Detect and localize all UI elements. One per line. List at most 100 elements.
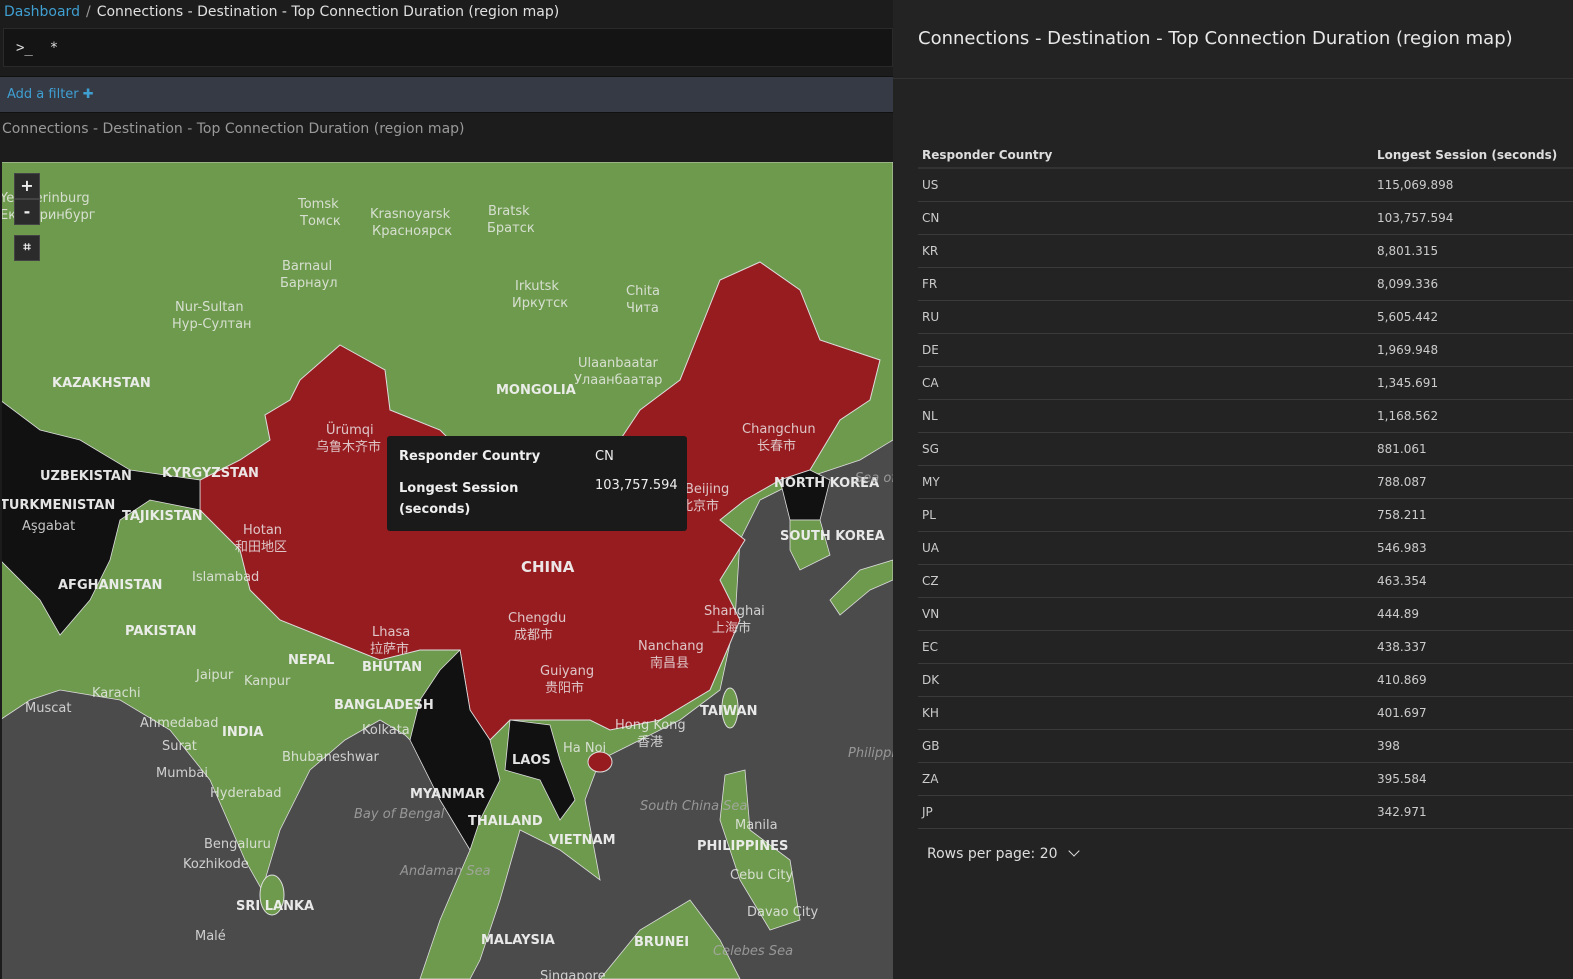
map-label: Ulaanbaatar [578, 356, 659, 371]
map-label: SRI LANKA [236, 899, 314, 914]
country-cell: FR [918, 267, 1373, 301]
country-cell: KH [918, 696, 1373, 730]
map-label: Kolkata [362, 723, 410, 738]
table-row: DK 410.869 [918, 663, 1573, 697]
map-label: Иркутск [512, 296, 568, 311]
map-label: Bhubaneshwar [282, 750, 379, 765]
map-label: Tomsk [297, 197, 339, 212]
map-label: UZBEKISTAN [40, 469, 132, 484]
map-label: 和田地区 [235, 540, 287, 555]
map-label: Чита [626, 301, 659, 316]
crop-icon[interactable]: ⌗ [14, 235, 40, 261]
country-cell: DK [918, 663, 1373, 697]
map-label: TAJIKISTAN [122, 509, 203, 524]
country-cell: JP [918, 795, 1373, 829]
zoom-in-button[interactable]: + [14, 173, 40, 199]
map-label: INDIA [222, 725, 263, 740]
table-row: PL 758.211 [918, 498, 1573, 532]
table-row: KR 8,801.315 [918, 234, 1573, 268]
map-label: PHILIPPINES [697, 839, 788, 854]
map-label: Muscat [25, 701, 71, 716]
session-cell: 463.354 [1373, 564, 1573, 598]
country-cell: VN [918, 597, 1373, 631]
session-cell: 8,801.315 [1373, 234, 1573, 268]
map-label: PAKISTAN [125, 624, 196, 639]
map-label: Братск [487, 221, 535, 236]
map-label: BHUTAN [362, 660, 422, 675]
country-cell: MY [918, 465, 1373, 499]
rows-per-page-dropdown[interactable]: Rows per page: 20 [927, 845, 1080, 862]
session-cell: 1,168.562 [1373, 399, 1573, 433]
breadcrumb-dashboard-link[interactable]: Dashboard [4, 4, 80, 20]
filter-bar: Add a filter ✚ [0, 76, 893, 113]
map-canvas: YekaterinburgЕкатеринбургTomskТомск Krasn… [2, 162, 893, 979]
map-label: Hyderabad [210, 786, 282, 801]
column-header-country[interactable]: Responder Country [918, 143, 1373, 169]
session-cell: 401.697 [1373, 696, 1573, 730]
country-cell: CZ [918, 564, 1373, 598]
country-cell: KR [918, 234, 1373, 268]
inspector-panel: Connections - Destination - Top Connecti… [893, 0, 1573, 979]
tooltip-key: Longest Session (seconds) [399, 481, 519, 517]
map-label: Nanchang [638, 639, 704, 654]
map-label: Malé [195, 929, 226, 944]
map-label: KAZAKHSTAN [52, 376, 151, 391]
add-filter-button[interactable]: Add a filter ✚ [7, 87, 94, 102]
table-row: JP 342.971 [918, 795, 1573, 829]
table-row: US 115,069.898 [918, 168, 1573, 202]
map-label: MONGOLIA [496, 383, 576, 398]
map-label: Barnaul [282, 259, 332, 274]
map-label: Kanpur [244, 674, 291, 689]
map-label: Krasnoyarsk [370, 207, 451, 222]
add-filter-label: Add a filter [7, 87, 79, 102]
map-label: 拉萨市 [370, 641, 409, 657]
country-cell: NL [918, 399, 1373, 433]
table-row: KH 401.697 [918, 696, 1573, 730]
table-row: CA 1,345.691 [918, 366, 1573, 400]
table-row: NL 1,168.562 [918, 399, 1573, 433]
map-label: NEPAL [288, 653, 334, 668]
map-label: Irkutsk [515, 279, 559, 294]
table-row: VN 444.89 [918, 597, 1573, 631]
session-cell: 444.89 [1373, 597, 1573, 631]
table-row: DE 1,969.948 [918, 333, 1573, 367]
map-label: Beijing [685, 482, 729, 497]
session-cell: 8,099.336 [1373, 267, 1573, 301]
map-label: Hong Kong [615, 718, 686, 733]
map-label: Aşgabat [22, 519, 75, 534]
map-label: Sea of Japan [855, 471, 893, 486]
map-label: 成都市 [514, 627, 553, 643]
island-japan [829, 559, 893, 616]
session-cell: 438.337 [1373, 630, 1573, 664]
map-label: Ha Noi [563, 741, 606, 756]
map-label: Islamabad [192, 570, 259, 585]
map-label: 上海市 [712, 620, 751, 636]
map-label: Нур-Султан [172, 317, 252, 332]
column-header-session[interactable]: Longest Session (seconds) [1373, 143, 1573, 169]
region-map[interactable]: Yekaterinburg Екатеринбург Tomsk Томск Krasn… [2, 162, 893, 979]
map-label: Andaman Sea [399, 864, 491, 879]
map-label: CHINA [521, 558, 575, 576]
map-label: Chita [626, 284, 660, 299]
map-label: Красноярск [372, 224, 452, 239]
table-row: ZA 395.584 [918, 762, 1573, 796]
map-label: Улаанбаатар [574, 373, 662, 388]
table-row: RU 5,605.442 [918, 300, 1573, 334]
map-label: Mumbai [156, 766, 208, 781]
zoom-out-button[interactable]: - [14, 199, 40, 225]
session-cell: 103,757.594 [1373, 201, 1573, 235]
breadcrumb-current: Connections - Destination - Top Connecti… [96, 4, 560, 20]
tooltip-value: 103,757.594 [595, 478, 678, 493]
prompt-icon: >_ [16, 40, 33, 56]
country-cell: US [918, 168, 1373, 202]
map-label: 乌鲁木齐市 [316, 439, 381, 455]
session-cell: 758.211 [1373, 498, 1573, 532]
session-cell: 546.983 [1373, 531, 1573, 565]
map-label: THAILAND [468, 814, 543, 829]
map-label: Celebes Sea [713, 944, 793, 959]
map-label: BANGLADESH [334, 698, 434, 713]
country-cell: CA [918, 366, 1373, 400]
session-cell: 398 [1373, 729, 1573, 763]
query-input[interactable]: >_ * [3, 28, 893, 67]
session-cell: 788.087 [1373, 465, 1573, 499]
